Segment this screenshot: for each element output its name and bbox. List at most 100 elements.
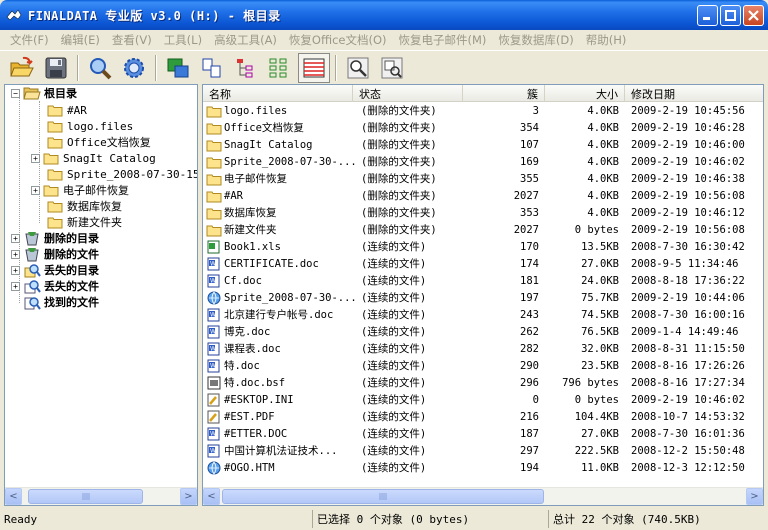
- tree-node-sprite[interactable]: Sprite_2008-07-30-15-5: [47, 166, 197, 182]
- list-view-button[interactable]: [298, 52, 330, 83]
- tree-node-deleted-dirs[interactable]: + 删除的目录: [11, 230, 99, 246]
- tree-node-label: 删除的目录: [44, 232, 99, 245]
- cell-name: 电子邮件恢复: [203, 171, 357, 186]
- tree-node-database-recovery[interactable]: 数据库恢复: [47, 198, 122, 214]
- tree-node-logo-files[interactable]: logo.files: [47, 118, 133, 134]
- table-row[interactable]: #AR (删除的文件夹) 2027 4.0KB 2009-2-19 10:56:08: [203, 187, 763, 204]
- scroll-right-button[interactable]: >: [746, 488, 763, 505]
- expand-icon[interactable]: +: [11, 265, 20, 275]
- maximize-button[interactable]: [720, 5, 741, 26]
- table-row[interactable]: W 特.doc (连续的文件) 290 23.5KB 2008-8-16 17:26:26: [203, 357, 763, 374]
- expand-icon[interactable]: +: [31, 153, 40, 163]
- column-header-size[interactable]: 大小: [545, 85, 625, 102]
- close-button[interactable]: [743, 5, 764, 26]
- file-list-pane[interactable]: 名称 状态 簇 大小 修改日期 logo.files (删除的文件夹) 3 4.0KB…: [202, 84, 764, 506]
- scroll-left-button[interactable]: <: [203, 488, 220, 505]
- tree-node-email-recovery[interactable]: + 电子邮件恢复: [31, 182, 129, 198]
- tree-node-lost-files[interactable]: + 丢失的文件: [11, 278, 99, 294]
- table-row[interactable]: W 中国计算机法证技术... (连续的文件) 297 222.5KB 2008-12-2 …: [203, 442, 763, 459]
- table-row[interactable]: W #ETTER.DOC (连续的文件) 187 27.0KB 2008-7-30 16:…: [203, 425, 763, 442]
- menu-file[interactable]: 文件(F): [4, 32, 55, 48]
- menu-recover-office[interactable]: 恢复Office文档(O): [283, 32, 393, 48]
- table-row[interactable]: W 北京建行专户帐号.doc (连续的文件) 243 74.5KB 2008-7-30 1…: [203, 306, 763, 323]
- expand-icon[interactable]: +: [11, 249, 20, 259]
- table-row[interactable]: W CERTIFICATE.doc (连续的文件) 174 27.0KB 2008-9-5…: [203, 255, 763, 272]
- table-row[interactable]: #EST.PDF (连续的文件) 216 104.4KB 2008-10-7 14:53…: [203, 408, 763, 425]
- preview-button[interactable]: [376, 53, 408, 83]
- tree-node-label: 删除的文件: [44, 248, 99, 261]
- menu-tools[interactable]: 工具(L): [158, 32, 208, 48]
- cell-date: 2009-2-19 10:56:08: [631, 189, 745, 202]
- settings-button[interactable]: [118, 53, 150, 83]
- column-header-date[interactable]: 修改日期: [625, 85, 763, 102]
- cell-size: 796 bytes: [562, 376, 619, 389]
- column-header-status[interactable]: 状态: [353, 85, 463, 102]
- table-row[interactable]: W 博克.doc (连续的文件) 262 76.5KB 2009-1-4 14:49:46: [203, 323, 763, 340]
- table-row[interactable]: 数据库恢复 (删除的文件夹) 353 4.0KB 2009-2-19 10:46:12: [203, 204, 763, 221]
- table-row[interactable]: Sprite_2008-07-30-... (连续的文件) 197 75.7KB 200…: [203, 289, 763, 306]
- tree-node-root[interactable]: − 根目录: [11, 85, 77, 101]
- expand-icon[interactable]: +: [11, 233, 20, 243]
- table-row[interactable]: Book1.xls (连续的文件) 170 13.5KB 2008-7-30 16:30…: [203, 238, 763, 255]
- column-header-clusters[interactable]: 簇: [463, 85, 545, 102]
- menu-edit[interactable]: 编辑(E): [55, 32, 106, 48]
- cell-name: W Cf.doc: [203, 274, 357, 288]
- open-button[interactable]: [6, 53, 38, 83]
- scroll-thumb[interactable]: [222, 489, 544, 504]
- svg-text:W: W: [210, 447, 216, 454]
- list-horizontal-scrollbar[interactable]: < >: [203, 487, 763, 505]
- menu-recover-database[interactable]: 恢复数据库(D): [492, 32, 579, 48]
- toolbar: [0, 50, 768, 84]
- table-row[interactable]: SnagIt Catalog (删除的文件夹) 107 4.0KB 2009-2-19 …: [203, 136, 763, 153]
- folder-tree-pane[interactable]: − 根目录 #AR logo.files Office文档恢复 + SnagIt…: [4, 84, 198, 506]
- expand-icon[interactable]: +: [31, 185, 40, 195]
- tree-node-lost-dirs[interactable]: + 丢失的目录: [11, 262, 99, 278]
- copy-files-button[interactable]: [196, 53, 228, 83]
- tree-view-button[interactable]: [230, 53, 262, 83]
- table-row[interactable]: 电子邮件恢复 (删除的文件夹) 355 4.0KB 2009-2-19 10:46:38: [203, 170, 763, 187]
- tree-node-snagit-catalog[interactable]: + SnagIt Catalog: [31, 150, 156, 166]
- tree-horizontal-scrollbar[interactable]: < >: [5, 487, 197, 505]
- file-name: Sprite_2008-07-30-...: [224, 155, 357, 168]
- menu-view[interactable]: 查看(V): [106, 32, 158, 48]
- find-button[interactable]: [84, 53, 116, 83]
- tree-expand-button[interactable]: [264, 53, 296, 83]
- menu-advanced-tools[interactable]: 高级工具(A): [208, 32, 283, 48]
- zoom-button[interactable]: [342, 53, 374, 83]
- scroll-left-button[interactable]: <: [5, 488, 22, 505]
- tree-node-deleted-files[interactable]: + 删除的文件: [11, 246, 99, 262]
- table-row[interactable]: Office文档恢复 (删除的文件夹) 354 4.0KB 2009-2-19 10:4…: [203, 119, 763, 136]
- scroll-right-button[interactable]: >: [180, 488, 197, 505]
- menu-help[interactable]: 帮助(H): [580, 32, 633, 48]
- cell-clusters: 181: [520, 274, 539, 287]
- menu-recover-email[interactable]: 恢复电子邮件(M): [393, 32, 493, 48]
- tree-node-ar[interactable]: #AR: [47, 102, 87, 118]
- recover-button[interactable]: [162, 53, 194, 83]
- minimize-icon: [703, 17, 710, 20]
- column-header-name[interactable]: 名称: [203, 85, 353, 102]
- minimize-button[interactable]: [697, 5, 718, 26]
- cell-size: 4.0KB: [587, 172, 619, 185]
- cell-date: 2008-8-31 11:15:50: [631, 342, 745, 355]
- table-row[interactable]: 新建文件夹 (删除的文件夹) 2027 0 bytes 2009-2-19 10:56:…: [203, 221, 763, 238]
- file-name: 北京建行专户帐号.doc: [224, 309, 334, 321]
- scroll-thumb[interactable]: [28, 489, 143, 504]
- tree-node-office-recovery[interactable]: Office文档恢复: [47, 134, 151, 150]
- expand-icon[interactable]: +: [11, 281, 20, 291]
- table-row[interactable]: #ESKTOP.INI (连续的文件) 0 0 bytes 2009-2-19 10:4…: [203, 391, 763, 408]
- table-row[interactable]: 特.doc.bsf (连续的文件) 296 796 bytes 2008-8-16 17…: [203, 374, 763, 391]
- tree-node-new-folder[interactable]: 新建文件夹: [47, 214, 122, 230]
- save-button[interactable]: [40, 53, 72, 83]
- pdf-file-icon: [206, 410, 224, 424]
- table-row[interactable]: Sprite_2008-07-30-... (删除的文件夹) 169 4.0KB 200…: [203, 153, 763, 170]
- table-row[interactable]: W 课程表.doc (连续的文件) 282 32.0KB 2008-8-31 11:15:…: [203, 340, 763, 357]
- tree-node-found-files[interactable]: 找到的文件: [23, 294, 99, 310]
- collapse-icon[interactable]: −: [11, 88, 20, 98]
- cell-name: #OGO.HTM: [203, 461, 357, 475]
- tree-node-label: 丢失的文件: [44, 280, 99, 293]
- table-row[interactable]: W Cf.doc (连续的文件) 181 24.0KB 2008-8-18 17:36:2…: [203, 272, 763, 289]
- copy-files-icon: [202, 58, 221, 77]
- table-row[interactable]: #OGO.HTM (连续的文件) 194 11.0KB 2008-12-3 12:12:…: [203, 459, 763, 476]
- table-row[interactable]: logo.files (删除的文件夹) 3 4.0KB 2009-2-19 10:45:…: [203, 102, 763, 119]
- htm-file-icon: [206, 461, 224, 475]
